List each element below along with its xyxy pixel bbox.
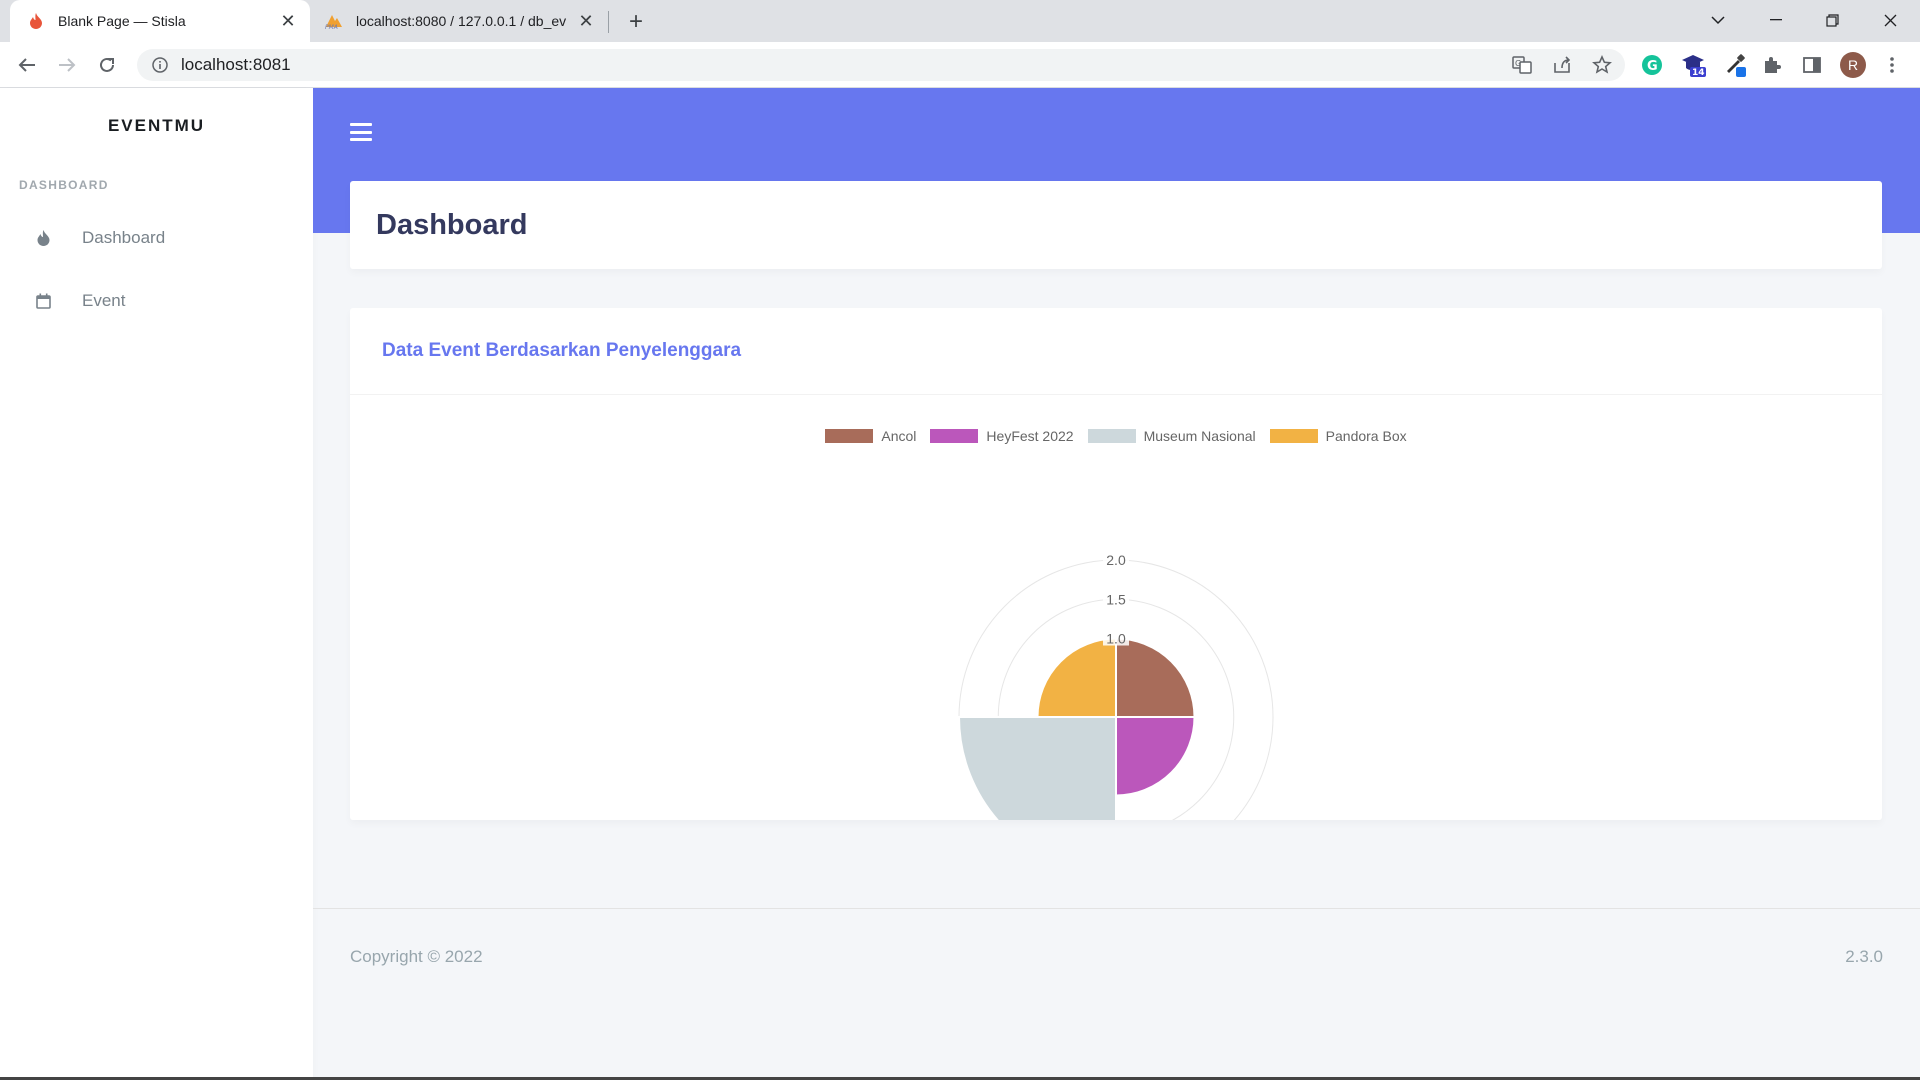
svg-text:1.0: 1.0: [1106, 631, 1126, 647]
app-root: EVENTMU DASHBOARD Dashboard Event Dashbo…: [0, 88, 1920, 1080]
svg-text:PMA: PMA: [325, 24, 338, 29]
new-tab-button[interactable]: +: [622, 8, 650, 36]
reload-button[interactable]: [93, 51, 121, 79]
radial-tick-label: 1.0: [1103, 630, 1129, 647]
svg-text:G: G: [1515, 59, 1521, 68]
svg-text:2.0: 2.0: [1106, 552, 1126, 568]
svg-text:1.5: 1.5: [1106, 591, 1126, 607]
polar-sector[interactable]: [957, 716, 1117, 820]
sidebar-item-dashboard[interactable]: Dashboard: [0, 213, 313, 263]
polar-area-chart: 2.0 1.5 1.0: [957, 552, 1274, 820]
radial-tick-label: 2.0: [1103, 552, 1129, 568]
extensions-puzzle-icon[interactable]: [1759, 52, 1785, 78]
footer: Copyright © 2022 2.3.0: [313, 908, 1920, 998]
back-button[interactable]: [13, 51, 41, 79]
sidebar: EVENTMU DASHBOARD Dashboard Event: [0, 88, 313, 1080]
forward-button[interactable]: [53, 51, 81, 79]
footer-version: 2.3.0: [1845, 947, 1883, 966]
tab-search-icon[interactable]: [1696, 0, 1740, 40]
section-header: Dashboard: [350, 181, 1882, 269]
tab-close-icon[interactable]: ✕: [576, 11, 596, 31]
tab-title: Blank Page — Stisla: [58, 13, 186, 29]
radial-tick-label: 1.5: [1103, 591, 1129, 607]
minimize-button[interactable]: [1754, 0, 1798, 40]
sidebar-item-label: Dashboard: [82, 228, 166, 247]
polar-sector[interactable]: [1115, 637, 1196, 718]
side-panel-icon[interactable]: [1799, 52, 1825, 78]
extension-badge-count: 14: [1692, 68, 1705, 78]
address-bar[interactable]: localhost:8081: [137, 49, 1625, 81]
close-window-button[interactable]: [1868, 0, 1912, 40]
polar-sector[interactable]: [1036, 637, 1117, 718]
tab-separator: [608, 11, 609, 33]
footer-copyright: Copyright © 2022: [350, 947, 483, 966]
url-text[interactable]: localhost:8081: [181, 55, 291, 75]
svg-text:G: G: [1647, 59, 1658, 74]
hamburger-menu-icon[interactable]: [350, 121, 372, 143]
browser-menu-icon[interactable]: [1879, 52, 1905, 78]
tab-close-icon[interactable]: ✕: [278, 11, 298, 31]
restore-button[interactable]: [1810, 0, 1854, 40]
sidebar-brand[interactable]: EVENTMU: [0, 116, 313, 136]
bookmark-star-icon[interactable]: [1589, 52, 1615, 78]
sidebar-item-label: Event: [82, 291, 126, 310]
browser-tab-active[interactable]: Blank Page — Stisla ✕: [10, 0, 310, 42]
grammarly-extension-icon[interactable]: G: [1639, 52, 1665, 78]
browser-toolbar: localhost:8081 G G 14: [0, 42, 1920, 88]
share-icon[interactable]: [1549, 52, 1575, 78]
profile-avatar[interactable]: R: [1840, 52, 1866, 78]
page-title: Dashboard: [376, 208, 528, 241]
site-info-icon[interactable]: [151, 56, 169, 74]
chart-card: Data Event Berdasarkan Penyelenggara Anc…: [350, 308, 1882, 820]
calendar-icon: [34, 292, 52, 310]
browser-tab-strip: Blank Page — Stisla ✕ PMA localhost:8080…: [0, 0, 1920, 42]
tab-title: localhost:8080 / 127.0.0.1 / db_ev: [356, 13, 567, 29]
fire-icon: [34, 229, 52, 247]
picker-extension-icon[interactable]: [1722, 52, 1748, 78]
browser-tab-inactive[interactable]: PMA localhost:8080 / 127.0.0.1 / db_ev ✕: [316, 0, 606, 42]
fire-favicon-icon: [26, 11, 46, 31]
translate-icon[interactable]: G: [1509, 52, 1535, 78]
sidebar-item-event[interactable]: Event: [0, 276, 313, 326]
phpmyadmin-favicon-icon: PMA: [324, 11, 344, 31]
graduation-extension-icon[interactable]: 14: [1681, 52, 1707, 78]
polar-sector[interactable]: [1115, 716, 1196, 797]
sidebar-menu-header: DASHBOARD: [19, 178, 109, 192]
